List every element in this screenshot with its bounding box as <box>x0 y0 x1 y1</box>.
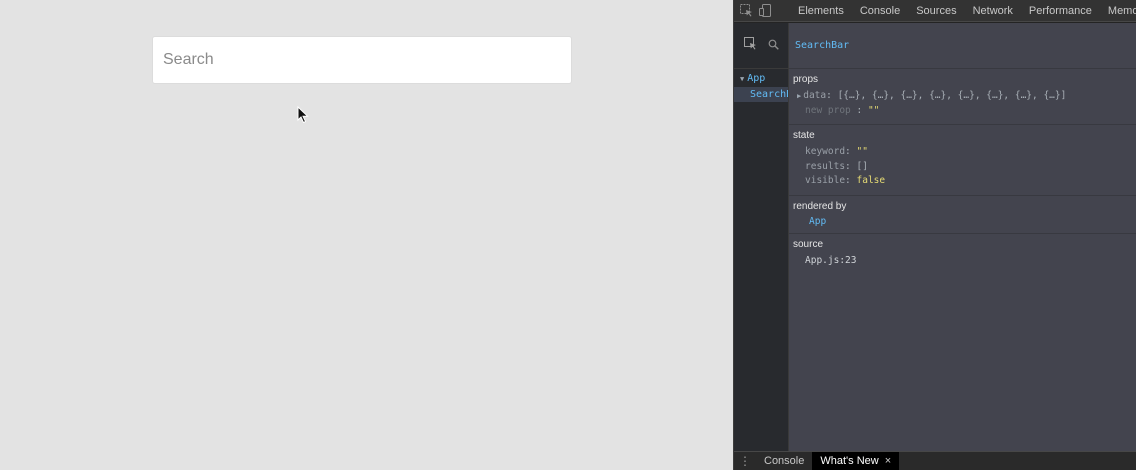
caret-down-icon[interactable]: ▼ <box>740 75 744 83</box>
state-keyword[interactable]: keyword: "" <box>793 145 1136 160</box>
rendered-by-link[interactable]: App <box>793 216 1136 227</box>
tree-node-label: App <box>747 73 766 84</box>
new-prop[interactable]: new prop : "" <box>793 104 1136 119</box>
rendered-by-section: rendered by App <box>789 196 1136 234</box>
prop-data[interactable]: ▶ data: [{…}, {…}, {…}, {…}, {…}, {…}, {…… <box>793 89 1136 104</box>
drawer-tab-console[interactable]: Console <box>756 452 812 470</box>
tab-sources[interactable]: Sources <box>908 0 964 22</box>
state-results[interactable]: results: [] <box>793 160 1136 175</box>
mouse-cursor-icon <box>297 106 309 124</box>
drawer-tab-whats-new[interactable]: What's New × <box>812 452 900 470</box>
tree-toolbar <box>734 23 788 69</box>
devtools: Elements Console Sources Network Perform… <box>733 0 1136 470</box>
component-tree: ▼ App SearchB <box>734 23 789 451</box>
tree-node-app[interactable]: ▼ App <box>734 71 788 87</box>
new-prop-value[interactable]: "" <box>868 105 879 116</box>
state-value[interactable]: "" <box>857 146 868 157</box>
inspector-header: SearchBar <box>789 23 1136 69</box>
tab-performance[interactable]: Performance <box>1021 0 1100 22</box>
state-section: state keyword: "" results: [] visible: f… <box>789 125 1136 196</box>
devtools-toolbar: Elements Console Sources Network Perform… <box>734 0 1136 22</box>
source-section: source App.js:23 <box>789 234 1136 275</box>
tree-node-searchbar[interactable]: SearchB <box>734 87 788 102</box>
new-prop-key[interactable]: new prop <box>805 105 851 116</box>
rendered-by-title: rendered by <box>793 200 847 212</box>
drawer-tab-label: What's New <box>820 455 879 467</box>
component-inspector: SearchBar props ▶ data: [{…}, {…}, {…}, {… <box>789 23 1136 451</box>
state-key: results <box>805 160 846 172</box>
state-value[interactable]: [] <box>857 161 868 172</box>
props-section: props ▶ data: [{…}, {…}, {…}, {…}, {…}, {… <box>789 69 1136 125</box>
selected-component-name: SearchBar <box>795 40 850 51</box>
state-key: visible <box>805 175 846 186</box>
select-element-icon[interactable] <box>743 36 757 55</box>
tab-memory[interactable]: Memory <box>1100 0 1136 22</box>
source-title: source <box>793 238 824 250</box>
device-toggle-icon[interactable] <box>759 3 772 19</box>
state-value[interactable]: false <box>857 175 886 186</box>
tab-elements[interactable]: Elements <box>790 0 852 22</box>
state-title: state <box>793 130 815 141</box>
caret-right-icon[interactable]: ▶ <box>797 92 801 100</box>
state-key: keyword <box>805 146 846 157</box>
props-title: props <box>793 74 819 85</box>
drawer-tabbar: ⋮ Console What's New × <box>734 451 1136 470</box>
inspect-icon[interactable] <box>740 3 753 19</box>
kebab-menu-icon[interactable]: ⋮ <box>734 454 756 468</box>
tab-console[interactable]: Console <box>852 0 908 22</box>
close-icon[interactable]: × <box>885 455 891 467</box>
state-visible[interactable]: visible: false <box>793 174 1136 189</box>
prop-value: [{…}, {…}, {…}, {…}, {…}, {…}, {…}, {…}] <box>837 90 1067 101</box>
search-icon[interactable] <box>768 37 779 55</box>
source-location[interactable]: App.js:23 <box>793 254 1136 269</box>
tab-network[interactable]: Network <box>965 0 1021 22</box>
prop-key: data <box>803 90 827 101</box>
search-input[interactable] <box>152 36 572 84</box>
app-page <box>0 0 733 470</box>
